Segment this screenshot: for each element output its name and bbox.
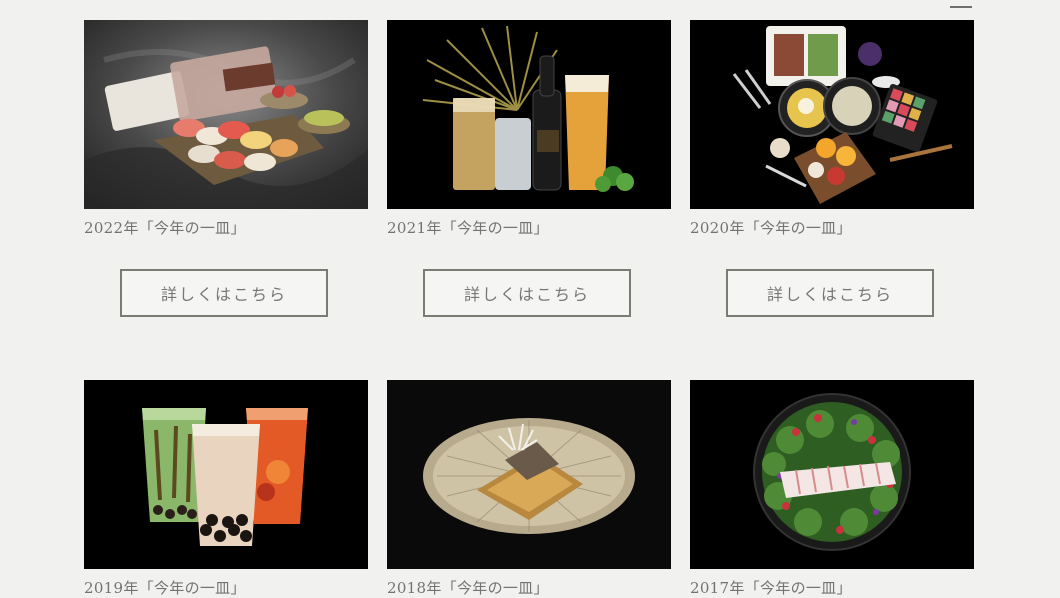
salad-with-sliced-meat-photo[interactable] <box>690 380 974 569</box>
dish-caption: 2020年「今年の一皿」 <box>690 219 852 237</box>
details-button-2021[interactable]: 詳しくはこちら <box>423 269 631 317</box>
mackerel-image <box>387 380 671 569</box>
dish-card-2020: 2020年「今年の一皿」 <box>690 20 974 238</box>
dish-caption: 2019年「今年の一皿」 <box>84 579 246 597</box>
drinks-image <box>387 20 671 209</box>
dish-caption: 2018年「今年の一皿」 <box>387 579 549 597</box>
dish-card-2019: 2019年「今年の一皿」 <box>84 380 368 598</box>
salad-image <box>690 380 974 569</box>
dish-caption: 2022年「今年の一皿」 <box>84 219 246 237</box>
bento-image <box>690 20 974 209</box>
sushi-platter-image <box>84 20 368 209</box>
tapioca-bubble-tea-drinks-photo[interactable] <box>84 380 368 569</box>
takeout-bento-meals-photo[interactable] <box>690 20 974 209</box>
dish-card-2018: 2018年「今年の一皿」 <box>387 380 671 598</box>
dish-card-2022: 2022年「今年の一皿」 <box>84 20 368 238</box>
details-button-2020[interactable]: 詳しくはこちら <box>726 269 934 317</box>
details-button-2022[interactable]: 詳しくはこちら <box>120 269 328 317</box>
dish-caption: 2021年「今年の一皿」 <box>387 219 549 237</box>
bubble-tea-image <box>84 380 368 569</box>
beer-and-highball-drinks-photo[interactable] <box>387 20 671 209</box>
sushi-and-meat-platter-photo[interactable] <box>84 20 368 209</box>
grilled-mackerel-dish-photo[interactable] <box>387 380 671 569</box>
dish-card-2017: 2017年「今年の一皿」 <box>690 380 974 598</box>
dish-card-2021: 2021年「今年の一皿」 <box>387 20 671 238</box>
dish-caption: 2017年「今年の一皿」 <box>690 579 852 597</box>
